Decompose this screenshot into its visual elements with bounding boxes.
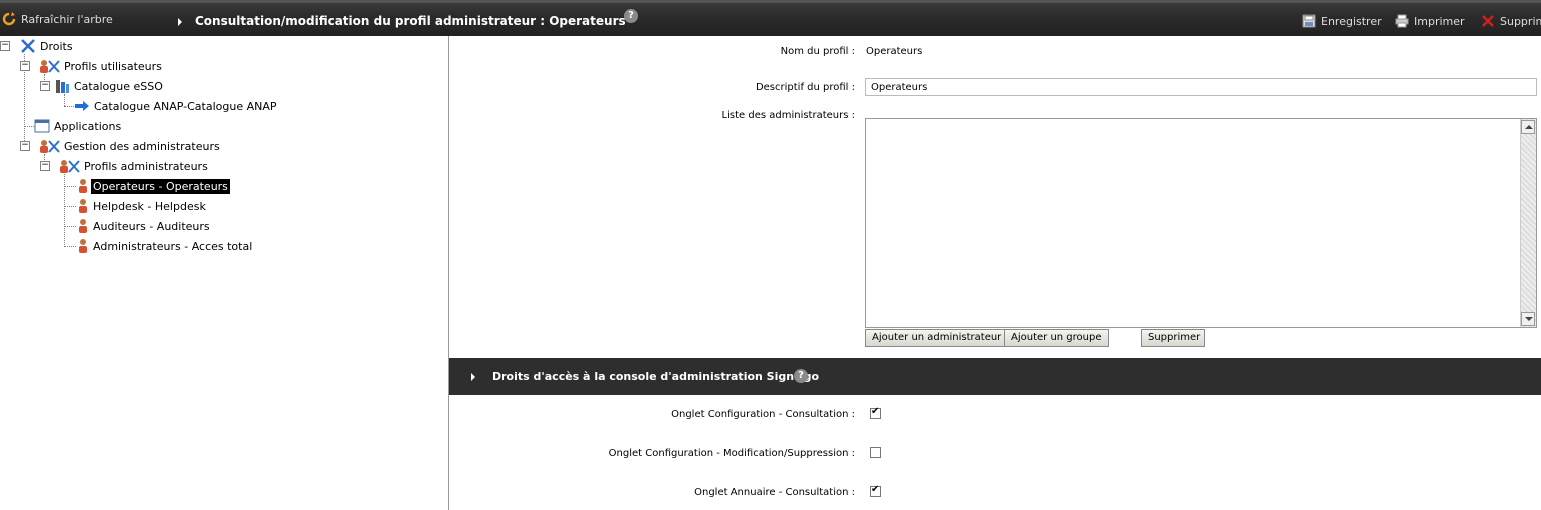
profile-description-input[interactable] (865, 78, 1537, 96)
tree-line (24, 126, 34, 127)
collapse-toggle-profils-admin[interactable]: − (40, 161, 50, 171)
tree-node-label: Administrateurs - Acces total (93, 239, 253, 253)
application-window-icon (34, 119, 50, 133)
tree-node-catalogue-esso[interactable]: Catalogue eSSO (54, 78, 165, 94)
tree-node-applications[interactable]: Applications (34, 118, 123, 134)
catalog-icon (56, 80, 69, 93)
tree-panel: − − − − − Droits Profils utilisateurs Ca… (0, 36, 449, 510)
help-icon[interactable]: ? (794, 369, 808, 383)
refresh-icon (2, 12, 16, 26)
add-group-button[interactable]: Ajouter un groupe (1004, 329, 1109, 347)
add-administrator-button[interactable]: Ajouter un administrateur (865, 329, 1009, 347)
title-arrow-icon (178, 18, 182, 26)
tree-node-label: Gestion des administrateurs (64, 139, 220, 153)
console-rights-section-header[interactable]: Droits d'accès à la console d'administra… (449, 358, 1541, 395)
users-tools-icon (40, 60, 60, 73)
tree-node-droits[interactable]: Droits (20, 38, 75, 54)
tree-node-profils-administrateurs[interactable]: Profils administrateurs (58, 158, 210, 174)
right-config-edit-checkbox[interactable] (870, 447, 881, 458)
right-config-view-checkbox[interactable] (870, 406, 881, 419)
tree-line (64, 174, 65, 247)
top-toolbar: Rafraîchir l'arbre Consultation/modifica… (0, 0, 1541, 36)
tree-node-auditeurs[interactable]: Auditeurs - Auditeurs (77, 218, 212, 234)
tree-node-label: Applications (54, 119, 122, 133)
profile-form: Nom du profil : Operateurs Descriptif du… (449, 36, 1541, 510)
administrators-listbox[interactable] (865, 118, 1537, 328)
tree-node-label: Catalogue ANAP-Catalogue ANAP (94, 99, 277, 113)
collapse-toggle-gestion[interactable]: − (20, 141, 30, 151)
scroll-down-icon[interactable] (1521, 312, 1535, 326)
tree-node-helpdesk[interactable]: Helpdesk - Helpdesk (77, 198, 208, 214)
tree-node-label: Helpdesk - Helpdesk (93, 199, 206, 213)
users-tools-icon (40, 140, 60, 153)
collapse-toggle-droits[interactable]: − (0, 41, 10, 51)
save-label: Enregistrer (1321, 14, 1382, 28)
user-icon (79, 239, 87, 253)
user-icon (79, 199, 87, 213)
tree-node-profils-utilisateurs[interactable]: Profils utilisateurs (38, 58, 164, 74)
save-icon (1302, 14, 1316, 28)
tree-node-gestion-administrateurs[interactable]: Gestion des administrateurs (38, 138, 222, 154)
tree-node-administrateurs[interactable]: Administrateurs - Acces total (77, 238, 254, 254)
console-rights-title: Droits d'accès à la console d'administra… (492, 370, 820, 383)
tree-line (64, 94, 65, 106)
tree-node-label: Profils administrateurs (84, 159, 208, 173)
refresh-tree-button[interactable]: Rafraîchir l'arbre (2, 12, 113, 26)
print-button[interactable]: Imprimer (1395, 14, 1465, 28)
tree-node-operateurs[interactable]: Operateurs - Operateurs (77, 178, 230, 194)
tree-node-label: Catalogue eSSO (74, 79, 163, 93)
scroll-up-icon[interactable] (1521, 120, 1535, 134)
tree-node-label: Profils utilisateurs (64, 59, 162, 73)
delete-icon (1482, 15, 1494, 27)
users-tools-icon (60, 160, 80, 173)
remove-administrator-button[interactable]: Supprimer (1141, 329, 1205, 347)
right-config-edit-label: Onglet Configuration - Modification/Supp… (608, 448, 855, 459)
arrow-right-icon (75, 101, 89, 111)
collapse-toggle-profils-utilisateurs[interactable]: − (20, 61, 30, 71)
listbox-scrollbar[interactable] (1520, 119, 1536, 327)
collapse-toggle-catalogue[interactable]: − (40, 81, 50, 91)
profile-name-value: Operateurs (866, 46, 923, 57)
tools-icon (21, 39, 35, 53)
print-label: Imprimer (1414, 14, 1465, 28)
delete-button[interactable]: Supprimer (1481, 14, 1541, 28)
profile-name-label: Nom du profil : (780, 46, 855, 57)
right-config-view-label: Onglet Configuration - Consultation : (671, 409, 855, 420)
tree-node-label: Operateurs - Operateurs (91, 178, 230, 194)
user-icon (79, 179, 87, 193)
right-directory-view-checkbox[interactable] (870, 484, 881, 497)
tree-line (64, 206, 76, 207)
tree-line (64, 246, 76, 247)
tree-node-label: Droits (40, 39, 73, 53)
section-arrow-icon (471, 373, 475, 381)
tree-node-catalogue-anap[interactable]: Catalogue ANAP-Catalogue ANAP (74, 98, 279, 114)
delete-label: Supprimer (1500, 14, 1541, 28)
administrators-list-label: Liste des administrateurs : (721, 110, 855, 121)
tree-line (64, 226, 76, 227)
help-icon[interactable]: ? (624, 9, 638, 23)
save-button[interactable]: Enregistrer (1302, 14, 1382, 28)
tree-line (64, 106, 74, 107)
tree-line (64, 186, 76, 187)
user-icon (79, 219, 87, 233)
profile-description-label: Descriptif du profil : (755, 82, 855, 93)
page-title: Consultation/modification du profil admi… (195, 14, 626, 28)
print-icon (1395, 14, 1409, 28)
tree-node-label: Auditeurs - Auditeurs (93, 219, 210, 233)
right-directory-view-label: Onglet Annuaire - Consultation : (694, 487, 855, 498)
refresh-tree-label: Rafraîchir l'arbre (21, 12, 113, 26)
